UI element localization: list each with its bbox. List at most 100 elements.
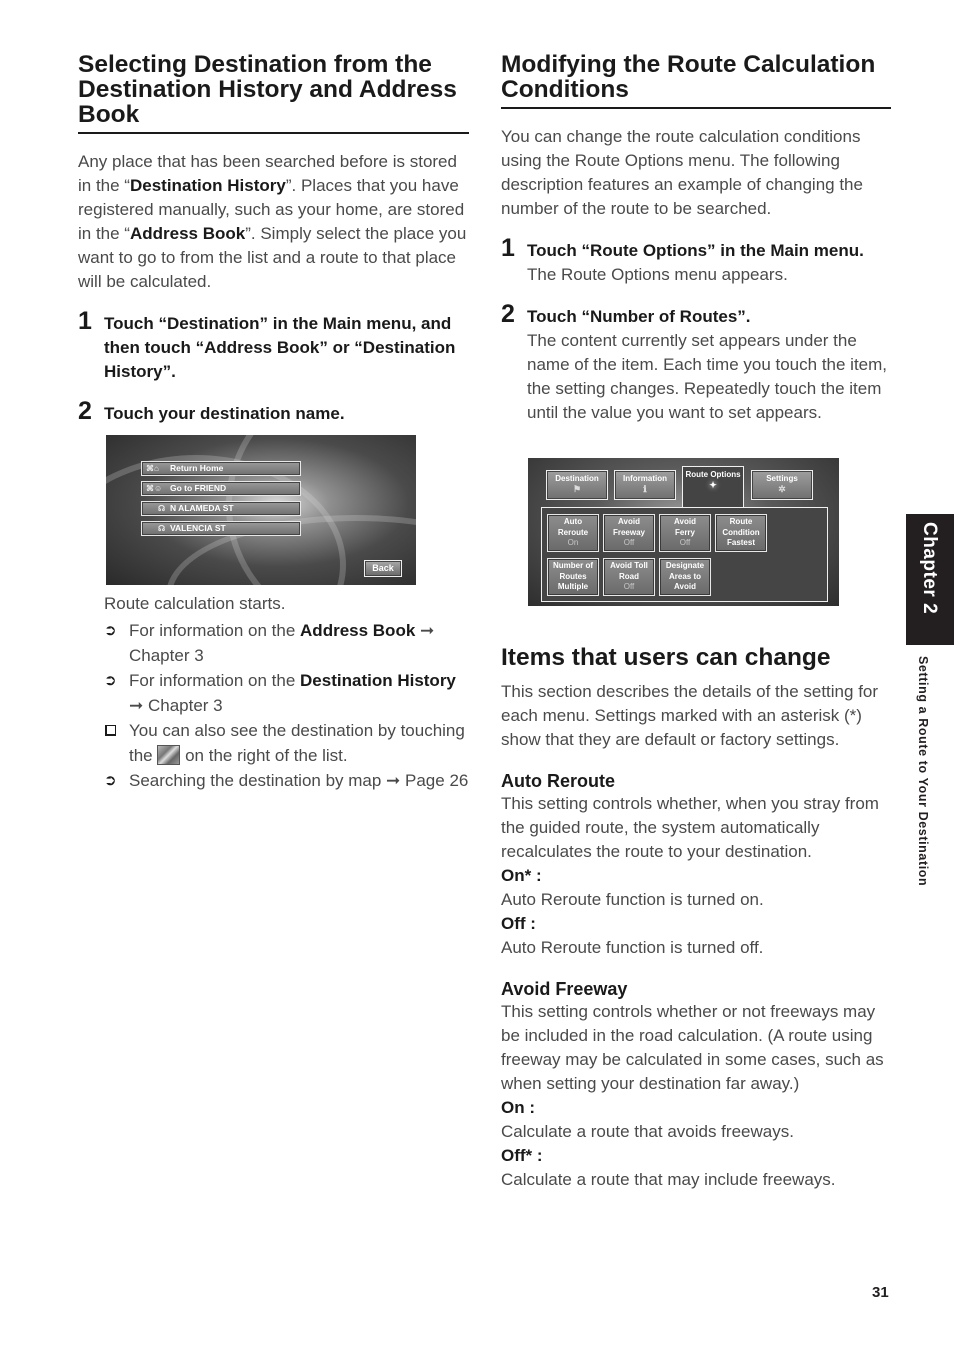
route-options-panel: Auto Reroute On Avoid Freeway Off Avoid … <box>541 507 828 602</box>
auto-reroute-title: Auto Reroute <box>501 771 615 791</box>
list-item-label: Return Home <box>170 463 224 473</box>
tab-label: Destination <box>555 474 599 483</box>
step-number: 1 <box>78 307 92 335</box>
intro-bold-destination-history: Destination History <box>129 176 286 195</box>
avoid-freeway-title: Avoid Freeway <box>501 979 628 999</box>
list-item-return-home[interactable]: ⌘⌂ Return Home <box>141 461 301 476</box>
avoid-freeway-on-label: On : <box>501 1098 535 1117</box>
note-destination-history: ➲ For information on the Destination His… <box>104 668 469 718</box>
step-result: The Route Options menu appears. <box>527 265 788 284</box>
auto-reroute-desc: This setting controls whether, when you … <box>501 794 879 861</box>
settings-icon: ✲ <box>778 484 786 494</box>
auto-reroute-off-label: Off : <box>501 914 536 933</box>
note-bold: Address Book <box>300 621 416 640</box>
cross-reference-icon: ➲ <box>104 772 117 789</box>
step-instruction: Touch “Number of Routes”. <box>527 307 751 326</box>
route-intro-paragraph: You can change the route calculation con… <box>501 127 863 218</box>
left-column: Selecting Destination from the Destinati… <box>78 50 469 426</box>
tab-destination[interactable]: Destination ⚑ <box>546 470 608 500</box>
history-icon: ☊ <box>158 524 166 533</box>
list-item-label: Go to FRIEND <box>170 483 227 493</box>
note-text: Searching the destination by map ➞ Page … <box>129 771 469 790</box>
option-value: Multiple <box>557 582 589 591</box>
route-calculation-starts: Route calculation starts. <box>104 594 286 613</box>
note-checkbox-icon <box>105 725 116 736</box>
avoid-freeway-off-label: Off* : <box>501 1146 543 1165</box>
note-search-by-map: ➲ Searching the destination by map ➞ Pag… <box>104 768 469 793</box>
option-label: Routes <box>559 571 587 581</box>
list-item-go-to-friend[interactable]: ⌘☺ Go to FRIEND <box>141 481 301 496</box>
step-number: 2 <box>501 300 515 328</box>
note-text: ➞ Chapter 3 <box>129 696 223 715</box>
tab-route-options[interactable]: Route Options ✦ <box>682 466 744 508</box>
page-number: 31 <box>872 1284 889 1301</box>
note-map-button: You can also see the destination by touc… <box>104 718 469 768</box>
auto-reroute-on-desc: Auto Reroute function is turned on. <box>501 890 764 909</box>
option-label: Condition <box>722 527 760 537</box>
note-text: For information on the <box>129 621 301 640</box>
option-label: Auto <box>563 517 583 526</box>
option-value: Off <box>679 538 691 547</box>
step-instruction: Touch “Route Options” in the Main menu. <box>527 241 864 260</box>
items-intro: This section describes the details of th… <box>501 682 879 749</box>
back-button[interactable]: Back <box>364 560 402 577</box>
route-options-icon: ✦ <box>709 480 717 490</box>
list-item-n-alameda-st[interactable]: ☊ N ALAMEDA ST <box>141 501 301 516</box>
step-number: 2 <box>78 397 92 425</box>
auto-reroute-off-desc: Auto Reroute function is turned off. <box>501 938 764 957</box>
cross-reference-icon: ➲ <box>104 672 117 689</box>
option-avoid-toll-road[interactable]: Avoid Toll Road Off <box>603 558 655 596</box>
right-column: Modifying the Route Calculation Conditio… <box>501 50 891 425</box>
tab-label: Information <box>623 474 667 483</box>
tab-label: Settings <box>766 474 798 483</box>
option-label: Avoid <box>674 517 696 526</box>
option-label: Road <box>619 571 639 581</box>
option-label: Designate <box>665 561 705 570</box>
list-item-label: N ALAMEDA ST <box>170 503 234 513</box>
chapter-tab: Chapter 2 <box>906 514 954 645</box>
option-number-of-routes[interactable]: Number of Routes Multiple <box>547 558 599 596</box>
destination-list-screenshot: ⌘⌂ Return Home ⌘☺ Go to FRIEND ☊ N ALAMEDA … <box>106 435 416 585</box>
avoid-freeway-desc: This setting controls whether or not fre… <box>501 1002 884 1093</box>
option-auto-reroute[interactable]: Auto Reroute On <box>547 514 599 552</box>
list-item-valencia-st[interactable]: ☊ VALENCIA ST <box>141 521 301 536</box>
tab-label: Route Options <box>685 470 741 479</box>
step-result: The content currently set appears under … <box>527 331 888 422</box>
note-text: For information on the <box>129 671 301 690</box>
auto-reroute-on-label: On* : <box>501 866 542 885</box>
note-text: on the right of the list. <box>180 746 348 765</box>
avoid-freeway-off-desc: Calculate a route that may include freew… <box>501 1170 836 1189</box>
tab-settings[interactable]: Settings ✲ <box>751 470 813 500</box>
option-value: Avoid <box>674 582 696 591</box>
cross-reference-icon: ➲ <box>104 622 117 639</box>
option-avoid-freeway[interactable]: Avoid Freeway Off <box>603 514 655 552</box>
option-label: Freeway <box>612 527 646 537</box>
option-value: Off <box>623 538 635 547</box>
history-icon: ☊ <box>158 504 166 513</box>
items-section: Items that users can change This section… <box>501 645 891 1192</box>
avoid-freeway-on-desc: Calculate a route that avoids freeways. <box>501 1122 794 1141</box>
avoid-freeway-section: Avoid Freeway This setting controls whet… <box>501 978 891 1192</box>
option-designate-areas-to-avoid[interactable]: Designate Areas to Avoid <box>659 558 711 596</box>
step-1: 1 Touch “Destination” in the Main menu, … <box>78 307 469 384</box>
option-avoid-ferry[interactable]: Avoid Ferry Off <box>659 514 711 552</box>
option-label: Ferry <box>674 527 695 537</box>
chapter-section-title: Setting a Route to Your Destination <box>916 656 930 887</box>
notes-list: ➲ For information on the Address Book ➞ … <box>104 618 469 793</box>
option-route-condition[interactable]: Route Condition Fastest <box>715 514 767 552</box>
intro-paragraph: Any place that has been searched before … <box>78 150 469 294</box>
route-options-screenshot: Destination ⚑ Information ℹ Route Option… <box>528 458 839 606</box>
step-instruction: Touch your destination name. <box>104 404 345 423</box>
checkered-flag-icon: ⚑ <box>572 484 582 494</box>
items-title: Items that users can change <box>501 644 831 671</box>
step-instruction: Touch “Destination” in the Main menu, an… <box>104 314 456 381</box>
step-2-result: Route calculation starts. ➲ For informat… <box>104 592 469 793</box>
section-title-destination-history: Selecting Destination from the Destinati… <box>78 52 469 134</box>
step-number: 1 <box>501 234 515 262</box>
section-title-route-conditions: Modifying the Route Calculation Conditio… <box>501 52 891 109</box>
tab-information[interactable]: Information ℹ <box>614 470 676 500</box>
map-icon <box>157 745 181 765</box>
option-label: Reroute <box>557 527 589 537</box>
option-label: Number of <box>553 561 593 570</box>
option-label: Areas to <box>668 571 701 581</box>
